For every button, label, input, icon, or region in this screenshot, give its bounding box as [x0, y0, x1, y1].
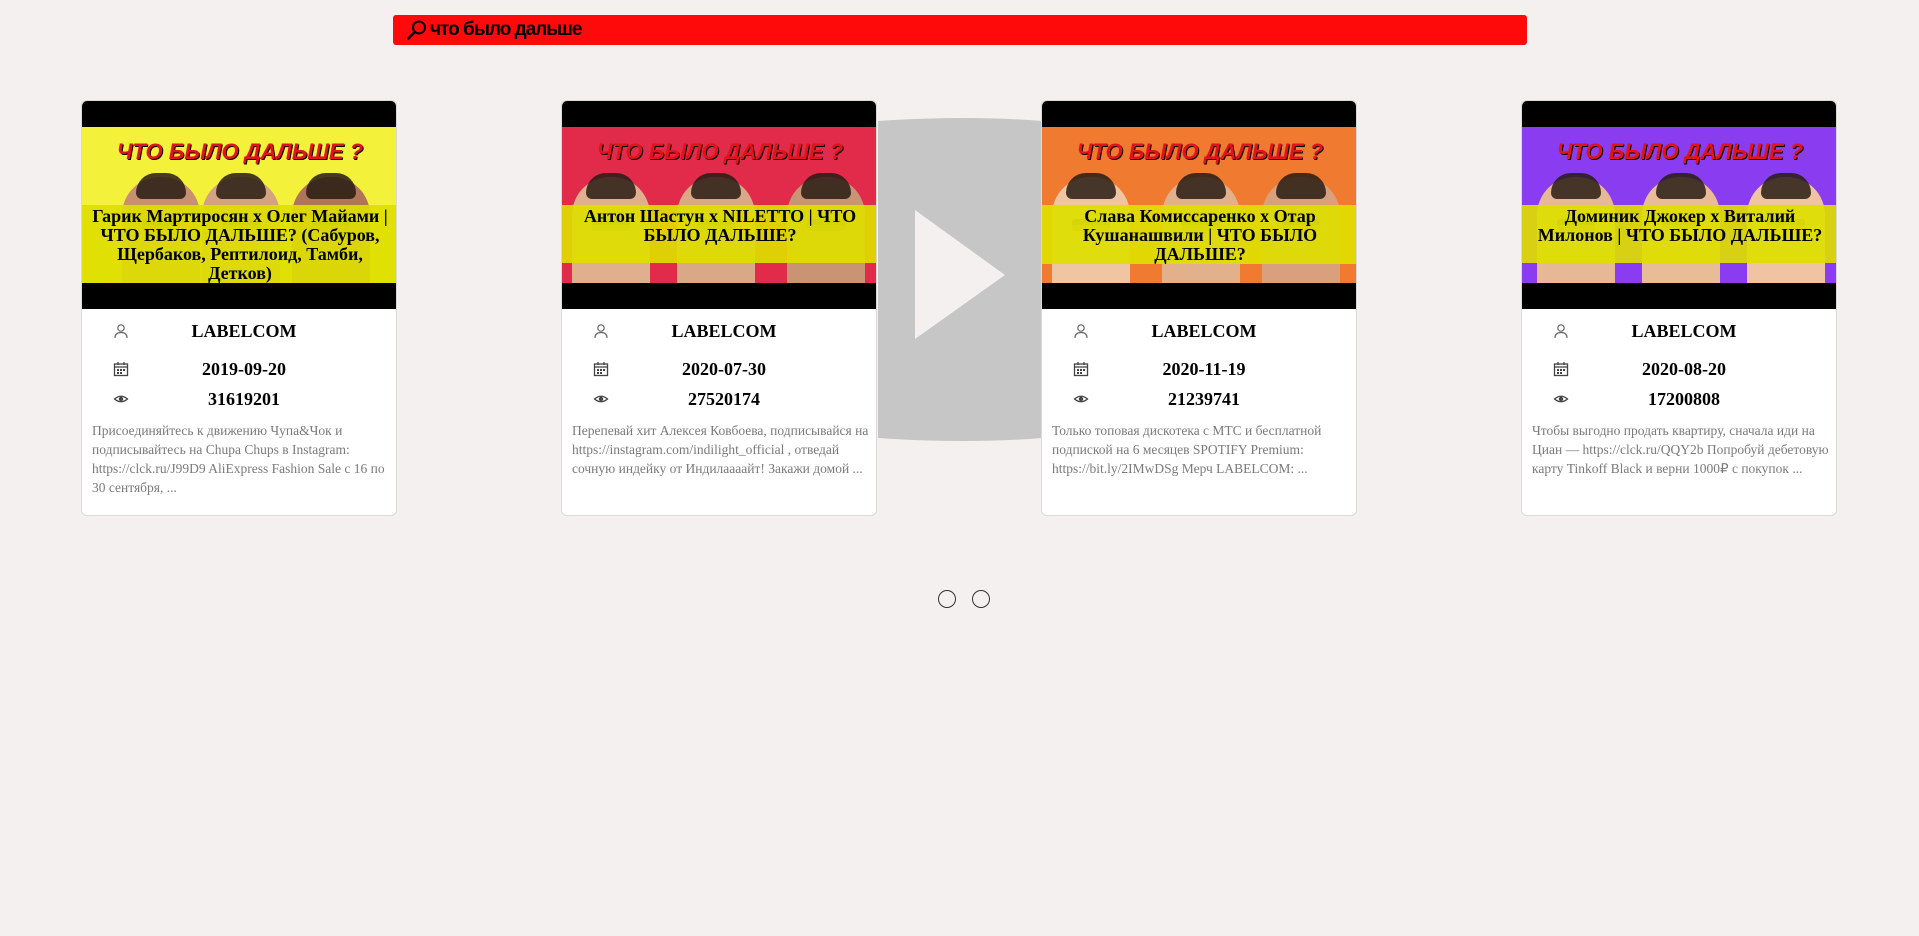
channel-name[interactable]: LABELCOM	[82, 321, 396, 342]
view-count: 27520174	[688, 389, 760, 409]
thumbnail-banner: ЧТО БЫЛО ДАЛЬШЕ ?	[1556, 139, 1804, 164]
channel-name[interactable]: LABELCOM	[1522, 321, 1836, 342]
search-bar	[393, 15, 1527, 45]
channel-row: LABELCOM	[1522, 321, 1836, 345]
view-count: 21239741	[1168, 389, 1240, 409]
publish-date: 2020-08-20	[1642, 359, 1726, 379]
views-row: 27520174	[562, 389, 876, 413]
date-row: 2020-08-20	[1522, 359, 1836, 383]
video-card[interactable]: ЧТО БЫЛО ДАЛЬШЕ ? Антон Шастун x NILETTO…	[561, 100, 877, 516]
date-row: 2020-07-30	[562, 359, 876, 383]
channel-name[interactable]: LABELCOM	[562, 321, 876, 342]
video-description: Перепевай хит Алексея Ковбоева, подписыв…	[572, 423, 869, 476]
channel-row: LABELCOM	[1042, 321, 1356, 345]
video-thumbnail[interactable]: ЧТО БЫЛО ДАЛЬШЕ ? Гарик Мартиросян x Оле…	[82, 101, 396, 309]
date-row: 2020-11-19	[1042, 359, 1356, 383]
video-description: Чтобы выгодно продать квартиру, сначала …	[1532, 423, 1829, 476]
channel-row: LABELCOM	[562, 321, 876, 345]
video-title[interactable]: Слава Комиссаренко x Отар Кушанашвили | …	[1042, 205, 1356, 264]
video-title[interactable]: Доминик Джокер x Виталий Милонов | ЧТО Б…	[1522, 205, 1836, 263]
video-thumbnail[interactable]: ЧТО БЫЛО ДАЛЬШЕ ? Доминик Джокер x Витал…	[1522, 101, 1836, 309]
thumbnail-banner: ЧТО БЫЛО ДАЛЬШЕ ?	[1076, 139, 1324, 164]
play-background-icon	[878, 118, 1042, 441]
publish-date: 2019-09-20	[202, 359, 286, 379]
video-description: Только топовая дискотека с МТС и бесплат…	[1052, 423, 1322, 476]
video-card[interactable]: ЧТО БЫЛО ДАЛЬШЕ ? Слава Комиссаренко x О…	[1041, 100, 1357, 516]
view-count: 17200808	[1648, 389, 1720, 409]
pagination-dot-1[interactable]	[938, 590, 956, 608]
channel-name[interactable]: LABELCOM	[1042, 321, 1356, 342]
video-thumbnail[interactable]: ЧТО БЫЛО ДАЛЬШЕ ? Антон Шастун x NILETTO…	[562, 101, 876, 309]
search-icon[interactable]	[406, 19, 428, 41]
thumbnail-banner: ЧТО БЫЛО ДАЛЬШЕ ?	[596, 139, 844, 164]
publish-date: 2020-11-19	[1162, 359, 1246, 379]
views-row: 31619201	[82, 389, 396, 413]
video-title[interactable]: Гарик Мартиросян x Олег Майами | ЧТО БЫЛ…	[82, 205, 396, 283]
channel-row: LABELCOM	[82, 321, 396, 345]
video-thumbnail[interactable]: ЧТО БЫЛО ДАЛЬШЕ ? Слава Комиссаренко x О…	[1042, 101, 1356, 309]
thumbnail-banner: ЧТО БЫЛО ДАЛЬШЕ ?	[116, 139, 364, 164]
date-row: 2019-09-20	[82, 359, 396, 383]
video-title[interactable]: Антон Шастун x NILETTO | ЧТО БЫЛО ДАЛЬШЕ…	[562, 205, 876, 263]
video-description: Присоединяйтесь к движению Чупа&Чок и по…	[92, 423, 385, 495]
page: ЧТО БЫЛО ДАЛЬШЕ ? Гарик Мартиросян x Оле…	[0, 0, 1919, 936]
views-row: 17200808	[1522, 389, 1836, 413]
view-count: 31619201	[208, 389, 280, 409]
views-row: 21239741	[1042, 389, 1356, 413]
publish-date: 2020-07-30	[682, 359, 766, 379]
video-card[interactable]: ЧТО БЫЛО ДАЛЬШЕ ? Доминик Джокер x Витал…	[1521, 100, 1837, 516]
pagination-dot-2[interactable]	[972, 590, 990, 608]
search-input[interactable]	[430, 15, 1527, 45]
video-card[interactable]: ЧТО БЫЛО ДАЛЬШЕ ? Гарик Мартиросян x Оле…	[81, 100, 397, 516]
